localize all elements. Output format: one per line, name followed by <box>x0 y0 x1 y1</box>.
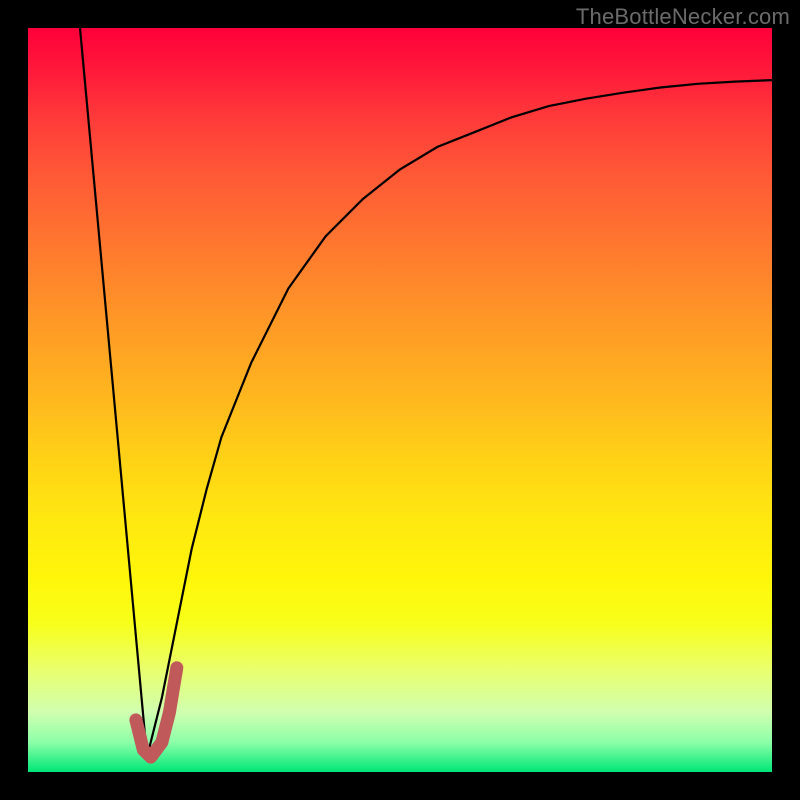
plot-area <box>28 28 772 772</box>
watermark-text: TheBottleNecker.com <box>576 4 790 30</box>
right-rising-curve <box>147 80 772 757</box>
left-descending-line <box>80 28 147 757</box>
chart-stage: TheBottleNecker.com <box>0 0 800 800</box>
curve-layer <box>28 28 772 772</box>
